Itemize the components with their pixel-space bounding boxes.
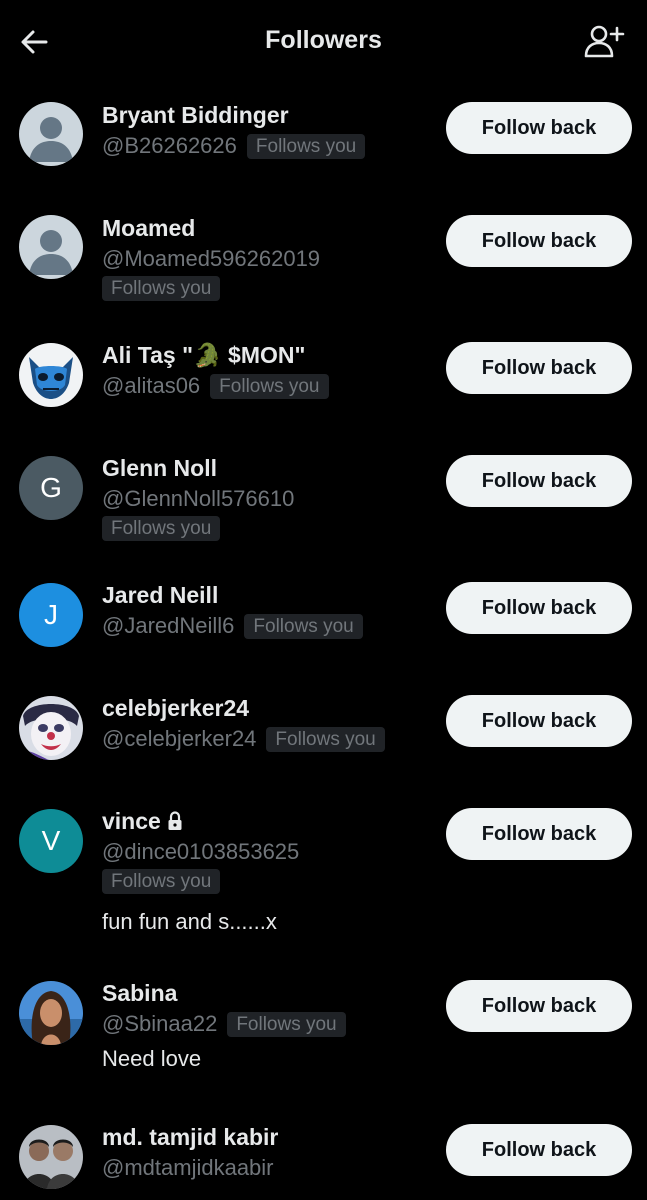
default-avatar[interactable] [19,102,83,166]
follows-you-badge: Follows you [266,727,385,752]
follows-you-badge: Follows you [244,614,363,639]
blue-cat-mask-avatar[interactable] [19,343,83,407]
follower-info: celebjerker24 @celebjerker24 Follows you [102,694,432,754]
page-title: Followers [265,26,382,54]
letter-avatar[interactable]: V [19,809,83,873]
top-bar: Followers [0,0,647,78]
follows-you-badge: Follows you [102,869,221,894]
follow-back-button[interactable]: Follow back [446,980,632,1032]
follows-you-badge: Follows you [227,1012,346,1037]
user-handle: @dince0103853625 [102,839,300,864]
display-name[interactable]: Moamed [102,214,432,242]
user-handle: @B26262626 [102,133,237,158]
letter-avatar[interactable]: G [19,456,83,520]
follow-back-button[interactable]: Follow back [446,582,632,634]
default-avatar[interactable] [19,215,83,279]
user-handle: @JaredNeill6 [102,613,235,638]
follower-info: Glenn Noll @GlennNoll576610 Follows you [102,454,432,541]
display-name[interactable]: Sabina [102,979,432,1007]
user-handle: @celebjerker24 [102,726,257,751]
follow-back-button[interactable]: Follow back [446,215,632,267]
follower-info: Jared Neill @JaredNeill6 Follows you [102,581,432,641]
follower-info: Bryant Biddinger @B26262626 Follows you [102,101,432,161]
lock-icon [168,811,182,830]
user-bio: Need love [102,1046,202,1071]
clown-photo-avatar[interactable] [19,696,83,760]
follow-back-button[interactable]: Follow back [446,1124,632,1176]
follow-back-button[interactable]: Follow back [446,102,632,154]
user-handle: @GlennNoll576610 [102,486,295,511]
follows-you-badge: Follows you [102,276,221,301]
display-name[interactable]: Glenn Noll [102,454,432,482]
user-handle: @Sbinaa22 [102,1011,218,1036]
follow-back-button[interactable]: Follow back [446,695,632,747]
follow-back-button[interactable]: Follow back [446,808,632,860]
follower-info: Moamed @Moamed596262019 Follows you [102,214,432,301]
follower-info: vince @dince0103853625 Follows you fun f… [102,807,432,936]
follower-info: Ali Taş "🐊 $MON" @alitas06 Follows you [102,341,432,401]
user-bio: fun fun and s......x [102,909,277,934]
follow-back-button[interactable]: Follow back [446,342,632,394]
display-name[interactable]: vince [102,808,161,834]
follower-info: Sabina @Sbinaa22 Follows you Need love [102,979,432,1073]
two-men-photo-avatar[interactable] [19,1125,83,1189]
follows-you-badge: Follows you [246,134,366,159]
display-name[interactable]: Jared Neill [102,581,432,609]
display-name[interactable]: celebjerker24 [102,694,432,722]
follower-info: md. tamjid kabir @mdtamjidkaabir [102,1123,432,1183]
user-handle: @mdtamjidkaabir [102,1155,274,1180]
follows-you-badge: Follows you [102,516,221,541]
display-name[interactable]: md. tamjid kabir [102,1123,432,1151]
letter-avatar[interactable]: J [19,583,83,647]
user-handle: @alitas06 [102,373,201,398]
follows-you-badge: Follows you [210,374,329,399]
add-user-icon[interactable] [583,22,625,62]
display-name[interactable]: Ali Taş "🐊 $MON" [102,341,432,369]
display-name[interactable]: Bryant Biddinger [102,101,432,129]
woman-photo-avatar[interactable] [19,981,83,1045]
user-handle: @Moamed596262019 [102,246,321,271]
follow-back-button[interactable]: Follow back [446,455,632,507]
